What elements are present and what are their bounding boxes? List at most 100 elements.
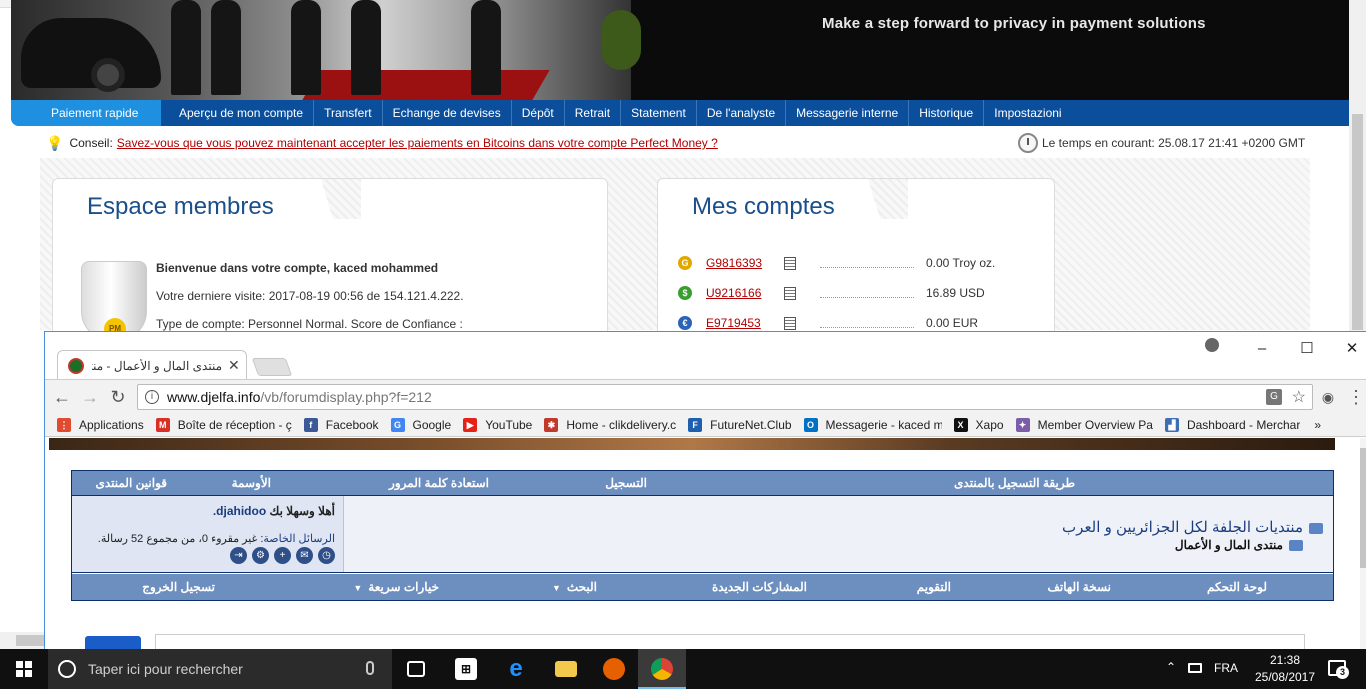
network-icon[interactable] — [1188, 663, 1202, 673]
tab-close-icon[interactable]: ✕ — [228, 357, 240, 374]
background-horizontal-scrollbar[interactable] — [0, 632, 44, 649]
scrollbar-thumb[interactable] — [16, 635, 44, 646]
mes-comptes-card: Mes comptes G G9816393 0.00 Troy oz. $ U… — [657, 178, 1055, 338]
edge-button[interactable]: e — [492, 649, 540, 689]
bookmark-dashboard[interactable]: ▟ Dashboard - Merchar — [1164, 417, 1300, 432]
settings-icon[interactable]: ⚙ — [252, 547, 269, 564]
nav-search[interactable]: البحث ▼ — [552, 580, 597, 594]
statement-icon[interactable] — [784, 316, 796, 330]
file-explorer-button[interactable] — [542, 649, 590, 689]
page-scrollbar[interactable] — [1360, 438, 1366, 650]
language-indicator[interactable]: FRA — [1214, 661, 1238, 675]
browser-tab[interactable]: منتدى المال و الأعمال - منتديات ✕ — [57, 350, 247, 380]
nav-analyste[interactable]: De l'analyste — [697, 100, 787, 126]
chat-icon[interactable]: ✉ — [296, 547, 313, 564]
nav-medals[interactable]: الأوسمة — [232, 476, 271, 490]
bookmark-google[interactable]: G Google — [390, 417, 451, 432]
nav-historique[interactable]: Historique — [909, 100, 985, 126]
espace-membres-title: Espace membres — [87, 193, 274, 220]
gmail-icon: M — [155, 417, 170, 432]
nav-depot[interactable]: Dépôt — [512, 100, 565, 126]
nav-apercu-compte[interactable]: Aperçu de mon compte — [169, 100, 315, 126]
bookmark-label: Facebook — [325, 417, 379, 432]
bookmark-gmail[interactable]: M Boîte de réception - ç — [155, 417, 292, 432]
nav-calendar[interactable]: التقويم — [917, 580, 951, 594]
taskbar-search-box[interactable]: Taper ici pour rechercher — [48, 649, 392, 689]
info-icon[interactable]: i — [145, 390, 159, 404]
account-id-link[interactable]: U9216166 — [706, 286, 772, 300]
bookmark-label: Home - clikdelivery.c — [566, 417, 677, 432]
clock-time[interactable]: 21:38 — [1250, 653, 1320, 667]
nav-mobile-version[interactable]: نسخة الهاتف — [1048, 580, 1112, 594]
account-id-link[interactable]: G9816393 — [706, 256, 772, 270]
translate-icon[interactable]: G — [1266, 389, 1282, 405]
account-id-link[interactable]: E9719453 — [706, 316, 772, 330]
add-user-icon[interactable]: + — [274, 547, 291, 564]
bookmark-xapo[interactable]: X Xapo — [953, 417, 1004, 432]
nav-echange-devises[interactable]: Echange de devises — [383, 100, 512, 126]
close-icon[interactable]: ✕ — [1332, 336, 1366, 362]
forum-search-button[interactable] — [85, 636, 141, 650]
bookmark-futurenet[interactable]: F FutureNet.Club — [688, 417, 792, 432]
bookmark-applications[interactable]: ⋮ Applications — [57, 417, 144, 432]
back-arrow-icon[interactable]: ← — [51, 386, 73, 408]
nav-statement[interactable]: Statement — [621, 100, 697, 126]
chrome-button[interactable] — [638, 649, 686, 689]
bookmark-facebook[interactable]: f Facebook — [303, 417, 379, 432]
forward-arrow-icon[interactable]: → — [79, 386, 101, 408]
notification-icon[interactable]: 3 — [1328, 660, 1349, 679]
bookmark-clikdelivery[interactable]: ✱ Home - clikdelivery.c — [544, 417, 677, 432]
tray-chevron-icon[interactable]: ⌃ — [1166, 660, 1176, 674]
nav-messagerie-interne[interactable]: Messagerie interne — [786, 100, 910, 126]
nav-register[interactable]: التسجيل — [605, 476, 647, 490]
clock-icon[interactable]: ◷ — [318, 547, 335, 564]
task-view-button[interactable] — [392, 649, 440, 689]
scrollbar-thumb[interactable] — [1360, 448, 1366, 568]
firefox-button[interactable] — [590, 649, 638, 689]
member-overview-icon: ✦ — [1015, 417, 1030, 432]
breadcrumb-forum-home[interactable]: منتديات الجلفة لكل الجزائريين و العرب — [1062, 518, 1323, 536]
store-button[interactable]: ⊞ — [442, 649, 490, 689]
nav-registration-method[interactable]: طريقة التسجيل بالمنتدى — [954, 476, 1075, 490]
forum-search-input[interactable] — [155, 634, 1305, 650]
bookmark-label: Messagerie - kaced m — [825, 417, 942, 432]
extension-icon[interactable]: ◉ — [1317, 386, 1339, 408]
bookmark-messagerie[interactable]: O Messagerie - kaced m — [803, 417, 942, 432]
forum-username-link[interactable]: djahidoo. — [213, 504, 266, 518]
logout-icon[interactable]: ⇥ — [230, 547, 247, 564]
nav-control-panel[interactable]: لوحة التحكم — [1207, 580, 1267, 594]
nav-forum-rules[interactable]: قوانين المنتدى — [95, 476, 167, 490]
nav-logout[interactable]: تسجيل الخروج — [142, 580, 215, 594]
microphone-icon[interactable] — [366, 661, 374, 675]
windows-taskbar: Taper ici pour rechercher ⊞ e ⌃ FRA 21:3… — [0, 649, 1366, 689]
statement-icon[interactable] — [784, 256, 796, 270]
last-visit-text: Votre derniere visite: 2017-08-19 00:56 … — [156, 289, 464, 303]
private-messages-link[interactable]: الرسائل الخاصة — [263, 533, 335, 545]
new-tab-button[interactable] — [251, 358, 293, 376]
nav-paiement-rapide[interactable]: Paiement rapide — [11, 100, 161, 126]
nav-recover-password[interactable]: استعادة كلمة المرور — [389, 476, 489, 490]
maximize-icon[interactable]: ☐ — [1287, 336, 1327, 362]
bookmark-star-icon[interactable]: ☆ — [1292, 387, 1306, 407]
more-bookmarks-chevron-icon[interactable]: » — [1314, 418, 1321, 432]
nav-transfert[interactable]: Transfert — [314, 100, 383, 126]
nav-impostazioni[interactable]: Impostazioni — [984, 100, 1071, 126]
reload-icon[interactable]: ↻ — [107, 386, 129, 408]
bookmark-member-overview[interactable]: ✦ Member Overview Pa — [1015, 417, 1153, 432]
nav-quick-options[interactable]: خيارات سريعة ▼ — [353, 580, 439, 594]
bookmark-youtube[interactable]: ▶ YouTube — [463, 417, 532, 432]
tip-bitcoin-link[interactable]: Savez-vous que vous pouvez maintenant ac… — [117, 136, 718, 150]
menu-icon[interactable]: ⋮ — [1345, 386, 1366, 408]
nav-new-posts[interactable]: المشاركات الجديدة — [712, 580, 807, 594]
bookmark-label: Boîte de réception - ç — [177, 417, 292, 432]
address-bar[interactable]: i www.djelfa.info/vb/forumdisplay.php?f=… — [137, 384, 1313, 410]
scrollbar-thumb[interactable] — [1352, 114, 1363, 330]
nav-retrait[interactable]: Retrait — [565, 100, 622, 126]
minimize-icon[interactable]: – — [1242, 336, 1282, 362]
start-button[interactable] — [0, 649, 48, 689]
statement-icon[interactable] — [784, 286, 796, 300]
futurenet-icon: F — [688, 417, 703, 432]
clock-date[interactable]: 25/08/2017 — [1246, 670, 1324, 684]
profile-icon[interactable] — [1205, 338, 1219, 352]
dashboard-icon: ▟ — [1164, 417, 1179, 432]
